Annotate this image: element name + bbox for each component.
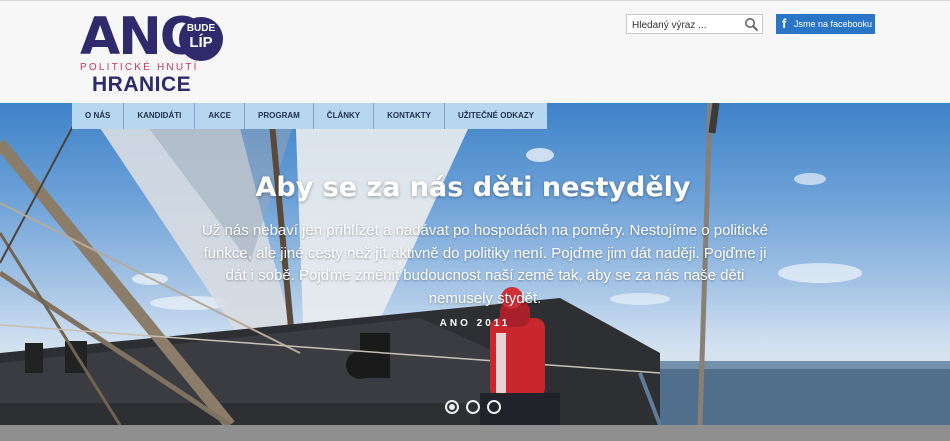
main-nav: O NÁS KANDIDÁTI AKCE PROGRAM ČLÁNKY KONT… (72, 103, 547, 129)
logo-badge-top: BUDE (186, 23, 216, 34)
nav-item-uzitecne-odkazy[interactable]: UŽITEČNÉ ODKAZY (445, 103, 547, 129)
site-header: ANO BUDE LÍP POLITICKÉ HNUTÍ HRANICE f J… (0, 0, 950, 103)
slide-author: ANO 2011 (439, 318, 511, 329)
nav-item-kandidati[interactable]: KANDIDÁTI (124, 103, 196, 129)
facebook-button[interactable]: f Jsme na facebooku (776, 14, 875, 34)
logo-city: HRANICE (92, 73, 192, 96)
slide-title[interactable]: Aby se za nás děti nestyděly (0, 170, 946, 206)
nav-item-clanky[interactable]: ČLÁNKY (313, 103, 375, 129)
nav-item-akce[interactable]: AKCE (195, 103, 246, 129)
slider-pagination (445, 400, 505, 414)
hero-slider: Aby se za nás děti nestyděly Už nás neba… (0, 103, 950, 425)
search-box (626, 14, 763, 34)
logo-subtitle: POLITICKÉ HNUTÍ (80, 62, 199, 73)
facebook-button-label: Jsme na facebooku (794, 19, 873, 29)
facebook-icon: f (782, 16, 787, 31)
slider-dot-2[interactable] (466, 400, 480, 414)
site-logo[interactable]: ANO BUDE LÍP POLITICKÉ HNUTÍ HRANICE (80, 11, 240, 101)
nav-item-o-nas[interactable]: O NÁS (72, 103, 125, 129)
bottom-strip (0, 425, 950, 441)
nav-item-kontakty[interactable]: KONTAKTY (374, 103, 445, 129)
search-icon[interactable] (744, 17, 759, 32)
slider-dot-3[interactable] (487, 400, 501, 414)
nav-item-program[interactable]: PROGRAM (245, 103, 314, 129)
search-input[interactable] (632, 18, 742, 32)
slider-dot-1[interactable] (445, 400, 459, 414)
logo-badge-bottom: LÍP (189, 34, 213, 51)
slide-text: Už nás nebaví jen přihlížet a nadávat po… (202, 222, 768, 307)
